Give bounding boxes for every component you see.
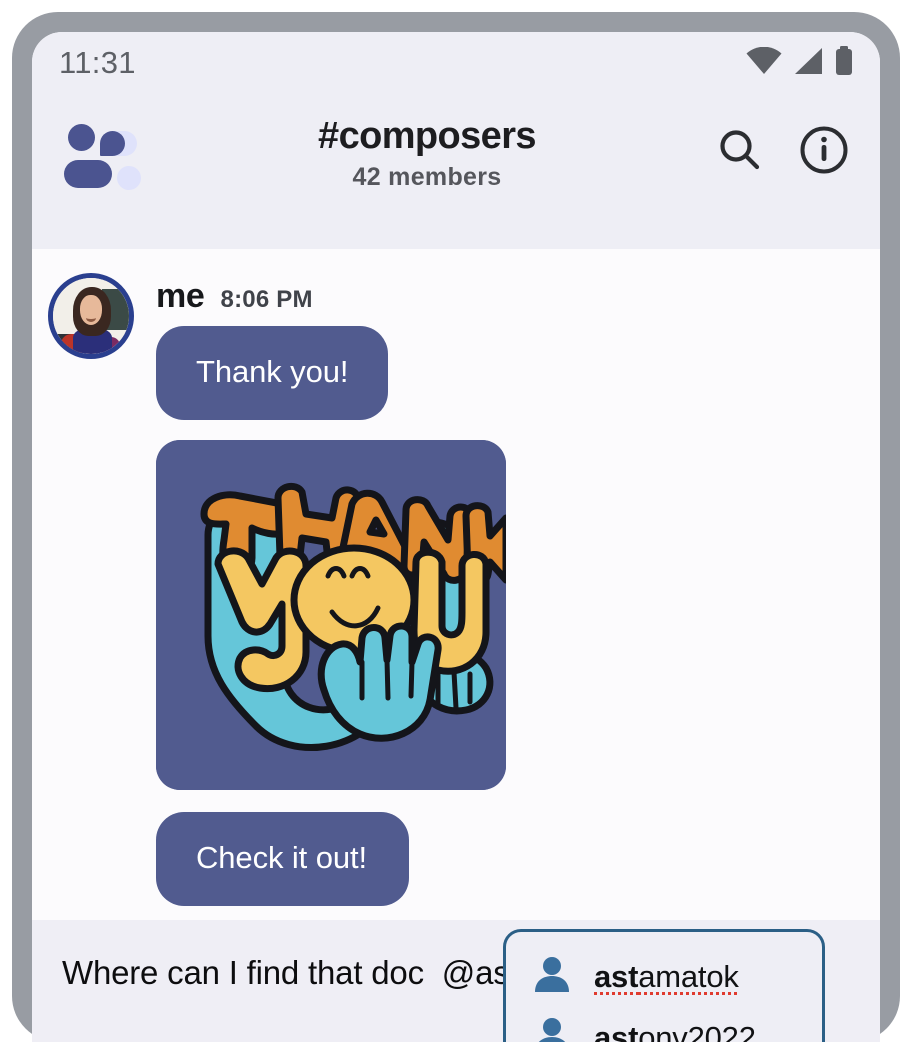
status-bar-clock: 11:31 xyxy=(59,45,136,81)
mention-autocomplete-popup[interactable]: astamatok astonv2022 xyxy=(503,929,825,1042)
mention-username: astamatok xyxy=(594,959,739,995)
avatar-photo-smile xyxy=(86,314,96,322)
member-count: 42 members xyxy=(138,163,716,192)
phone-frame: 11:31 xyxy=(12,12,900,1042)
mention-suggestion-item[interactable]: astamatok xyxy=(506,946,822,1007)
info-button[interactable] xyxy=(800,128,848,176)
person-icon xyxy=(532,954,572,999)
phone-screen: 11:31 xyxy=(32,32,880,1042)
message-bubble-sticker[interactable] xyxy=(156,440,506,790)
header-title-block: #composers 42 members xyxy=(138,112,716,192)
mention-suggestion-item[interactable]: astonv2022 xyxy=(506,1007,822,1042)
message-group: me 8:06 PM Thank you! xyxy=(32,263,880,906)
mention-prefix: ast xyxy=(594,959,638,994)
logo-shape-leaf xyxy=(100,131,125,156)
battery-icon xyxy=(834,46,854,81)
mention-username: astonv2022 xyxy=(594,1020,756,1042)
channel-name: #composers xyxy=(138,116,716,157)
chat-header: #composers 42 members xyxy=(32,94,880,249)
search-button[interactable] xyxy=(716,128,764,176)
mention-rest: onv2022 xyxy=(638,1020,756,1042)
message-column: me 8:06 PM Thank you! xyxy=(134,263,880,906)
header-actions xyxy=(716,128,848,176)
message-meta: me 8:06 PM xyxy=(156,263,880,326)
user-avatar[interactable] xyxy=(48,273,134,359)
logo-shape-circle-top xyxy=(68,124,95,151)
status-bar: 11:31 xyxy=(32,32,880,94)
message-timestamp: 8:06 PM xyxy=(221,286,313,314)
message-bubble-text[interactable]: Thank you! xyxy=(156,326,388,420)
search-icon xyxy=(717,127,763,178)
status-bar-icons xyxy=(746,46,854,81)
wifi-icon xyxy=(746,47,782,80)
person-icon xyxy=(532,1015,572,1042)
message-bubble-text[interactable]: Check it out! xyxy=(156,812,409,906)
thank-you-sticker-icon xyxy=(156,440,506,790)
cellular-signal-icon xyxy=(793,47,823,80)
app-logo-icon[interactable] xyxy=(64,122,138,188)
mention-prefix: ast xyxy=(594,1020,638,1042)
mention-rest: amatok xyxy=(638,959,738,994)
message-list[interactable]: me 8:06 PM Thank you! xyxy=(32,249,880,949)
message-author: me xyxy=(156,277,205,316)
info-icon xyxy=(799,125,849,180)
logo-shape-pill-bottom xyxy=(64,160,112,188)
logo-shape-circle-bottom xyxy=(117,166,141,190)
